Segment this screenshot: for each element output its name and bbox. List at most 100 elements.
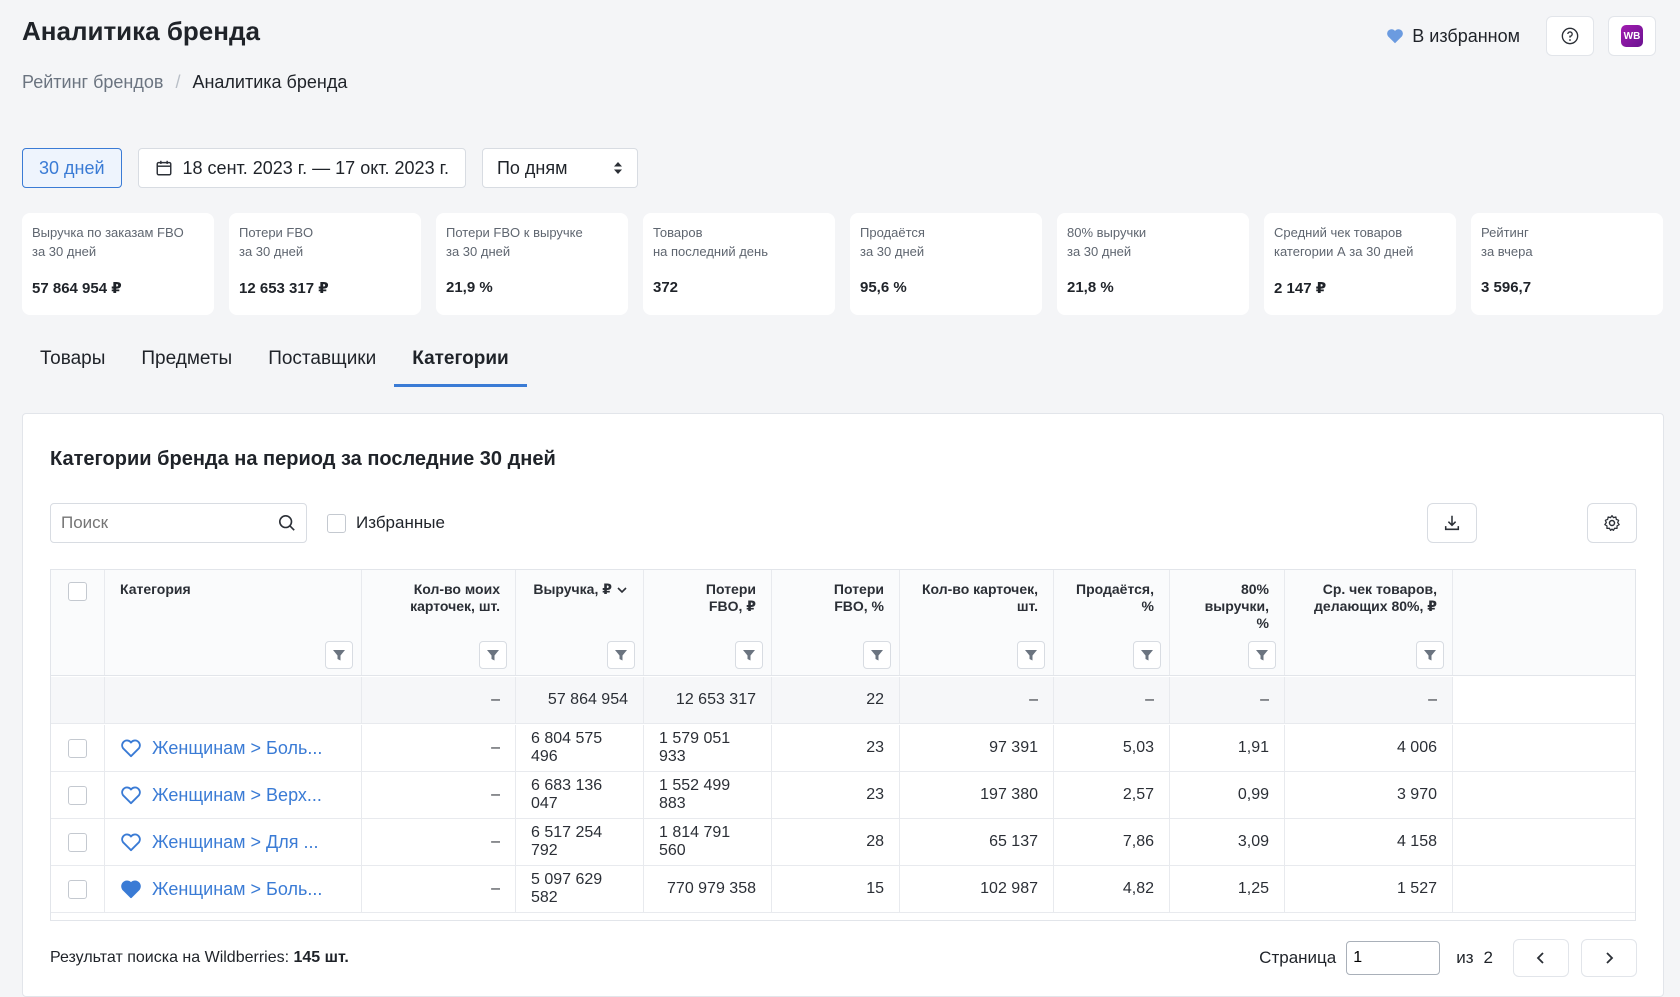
header-actions: В избранном WB [1374, 16, 1656, 56]
table-cell: 7,86 [1054, 819, 1170, 865]
filter-icon[interactable] [325, 641, 353, 669]
table-cell [105, 677, 362, 723]
row-checkbox[interactable] [68, 832, 87, 852]
select-all-checkbox[interactable] [68, 582, 87, 601]
favorite-button[interactable]: В избранном [1374, 16, 1532, 56]
header-select-all-cell [51, 570, 105, 675]
table-cell: 6 517 254 792 [516, 819, 644, 865]
tab-subjects[interactable]: Предметы [123, 340, 250, 387]
heart-outline-icon[interactable] [120, 738, 142, 758]
date-range-picker[interactable]: 18 сент. 2023 г. — 17 окт. 2023 г. [137, 148, 466, 188]
period-controls: 30 дней 18 сент. 2023 г. — 17 окт. 2023 … [22, 148, 638, 188]
search-icon[interactable] [278, 514, 296, 532]
table-cell: 4 006 [1285, 725, 1453, 771]
heart-outline-icon[interactable] [120, 832, 142, 852]
table-cell [1453, 819, 1635, 865]
table-cell: 6 804 575 496 [516, 725, 644, 771]
filter-icon[interactable] [735, 641, 763, 669]
header-category[interactable]: Категория [105, 570, 362, 675]
favorites-checkbox[interactable] [327, 513, 346, 533]
table-row-total: – 57 864 954 12 653 317 22 – – – – [51, 677, 1635, 724]
table-cell [51, 677, 105, 723]
header-cards-count[interactable]: Кол-во карточек, шт. [900, 570, 1054, 675]
pagination: Страница из 2 [1259, 939, 1637, 977]
help-button[interactable] [1546, 16, 1594, 56]
metric-card-rating: Рейтинг за вчера 3 596,7 [1471, 213, 1663, 315]
category-link[interactable]: Женщинам > Боль... [152, 879, 322, 900]
table-header: Категория Кол-во моих карточек, шт. Выру… [51, 570, 1635, 676]
period-button[interactable]: 30 дней [22, 148, 122, 188]
tab-categories[interactable]: Категории [394, 340, 527, 387]
table-cell: 22 [772, 677, 900, 723]
favorites-filter[interactable]: Избранные [327, 513, 445, 533]
table-cell: 97 391 [900, 725, 1054, 771]
tab-products[interactable]: Товары [22, 340, 123, 387]
category-link[interactable]: Женщинам > Боль... [152, 738, 322, 759]
row-checkbox[interactable] [68, 879, 87, 899]
table-cell: 5 097 629 582 [516, 866, 644, 912]
header-revenue[interactable]: Выручка, ₽ [516, 570, 644, 675]
filter-icon[interactable] [1248, 641, 1276, 669]
breadcrumb-item-brand-rating[interactable]: Рейтинг брендов [22, 72, 163, 93]
sort-arrows-icon [613, 162, 622, 174]
search-box [50, 503, 307, 543]
header-avg-check[interactable]: Ср. чек товаров, делающих 80%, ₽ [1285, 570, 1453, 675]
column-label: Продаётся, % [1076, 581, 1154, 614]
metric-label: Продаётся [860, 225, 925, 240]
metric-value: 2 147 ₽ [1274, 280, 1327, 297]
settings-button[interactable] [1587, 503, 1637, 543]
filter-icon[interactable] [1416, 641, 1444, 669]
filter-icon[interactable] [1017, 641, 1045, 669]
category-link[interactable]: Женщинам > Верх... [152, 785, 322, 806]
header-fbo-losses-pct[interactable]: Потери FBO, % [772, 570, 900, 675]
table-cell [51, 866, 105, 912]
table-cell: – [1285, 677, 1453, 723]
metric-cards: Выручка по заказам FBO за 30 дней 57 864… [22, 213, 1663, 315]
filter-icon[interactable] [1133, 641, 1161, 669]
heart-filled-icon[interactable] [120, 879, 142, 899]
column-label: Ср. чек товаров, делающих 80%, ₽ [1314, 581, 1437, 614]
metric-period: за 30 дней [446, 244, 511, 259]
metric-value: 95,6 % [860, 279, 907, 296]
question-icon [1561, 27, 1579, 45]
metric-label: Потери FBO [239, 225, 314, 240]
category-link[interactable]: Женщинам > Для ... [152, 832, 319, 853]
metric-value: 3 596,7 [1481, 279, 1532, 296]
download-icon [1444, 515, 1460, 531]
favorite-label: В избранном [1412, 25, 1520, 46]
next-page-button[interactable] [1581, 939, 1637, 977]
table-cell [1453, 677, 1635, 723]
metric-card-products: Товаров на последний день 372 [643, 213, 835, 315]
table-cell: 102 987 [900, 866, 1054, 912]
metric-value: 21,8 % [1067, 279, 1114, 296]
download-button[interactable] [1427, 503, 1477, 543]
grouping-select[interactable]: По дням [481, 148, 638, 188]
header-fbo-losses-rub[interactable]: Потери FBO, ₽ [644, 570, 772, 675]
table-cell: Женщинам > Для ... [105, 819, 362, 865]
table-cell: Женщинам > Боль... [105, 866, 362, 912]
header-my-cards[interactable]: Кол-во моих карточек, шт. [362, 570, 516, 675]
page-number-input[interactable] [1346, 941, 1441, 975]
breadcrumb-item-current: Аналитика бренда [192, 72, 348, 92]
filter-icon[interactable] [479, 641, 507, 669]
prev-page-button[interactable] [1513, 939, 1569, 977]
row-checkbox[interactable] [68, 738, 87, 758]
heart-outline-icon[interactable] [120, 785, 142, 805]
total-pages: 2 [1483, 948, 1493, 967]
table-cell: 4,82 [1054, 866, 1170, 912]
row-checkbox[interactable] [68, 785, 87, 805]
search-input[interactable] [61, 513, 261, 533]
table-cell: Женщинам > Боль... [105, 725, 362, 771]
column-label: Категория [120, 581, 191, 597]
chevron-down-icon [617, 587, 627, 594]
metric-value: 12 653 317 ₽ [239, 280, 329, 297]
table-cell: – [362, 677, 516, 723]
marketplace-switch-button[interactable]: WB [1608, 16, 1656, 56]
header-80-revenue[interactable]: 80% выручки, % [1170, 570, 1285, 675]
tab-suppliers[interactable]: Поставщики [250, 340, 394, 387]
filter-icon[interactable] [863, 641, 891, 669]
column-label: Кол-во карточек, шт. [921, 581, 1038, 614]
filter-icon[interactable] [607, 641, 635, 669]
header-selling[interactable]: Продаётся, % [1054, 570, 1170, 675]
table-cell: 1,25 [1170, 866, 1285, 912]
